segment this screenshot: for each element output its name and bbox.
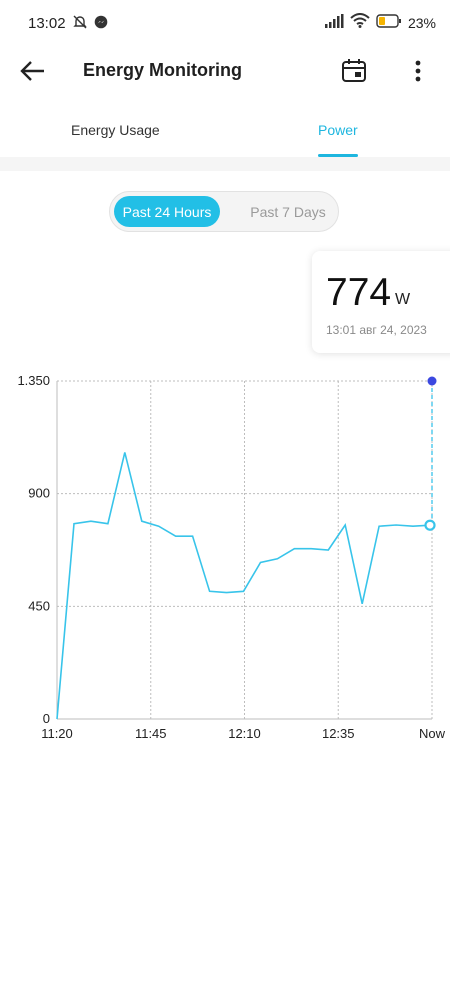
- section-divider: [0, 157, 450, 171]
- battery-icon: [376, 13, 402, 33]
- calendar-icon: [342, 59, 366, 82]
- back-button[interactable]: [18, 56, 48, 86]
- status-right-icons: 23%: [324, 13, 436, 33]
- wifi-icon: [350, 13, 370, 33]
- tab-energy-usage[interactable]: Energy Usage: [71, 122, 160, 138]
- back-arrow-icon: [20, 61, 44, 81]
- power-chart[interactable]: 0 450 900 1.350 11:20 11:45 12:10 12:35 Now: [0, 365, 450, 755]
- range-past-24-hours[interactable]: Past 24 Hours: [114, 196, 220, 227]
- calendar-button[interactable]: [340, 57, 368, 85]
- status-time: 13:02: [28, 15, 66, 32]
- y-tick-label: 1.350: [17, 373, 50, 388]
- y-tick-label: 0: [43, 711, 50, 726]
- x-tick-label: 12:10: [228, 726, 261, 741]
- current-reading-timestamp: 13:01 авг 24, 2023: [326, 323, 427, 337]
- current-value-dot: [424, 519, 436, 531]
- y-tick-label: 450: [28, 598, 50, 613]
- x-tick-label: Now: [419, 726, 446, 741]
- x-tick-label: 11:45: [135, 726, 167, 741]
- status-left-icons: [72, 14, 108, 35]
- battery-percent: 23%: [407, 15, 436, 31]
- mute-icon: [72, 14, 88, 35]
- x-tick-label: 12:35: [322, 726, 355, 741]
- max-marker-dot: [427, 376, 437, 386]
- signal-icon: [324, 13, 344, 33]
- app-bar: Energy Monitoring: [0, 48, 450, 96]
- messenger-icon: [94, 15, 108, 34]
- status-bar: 13:02 23%: [0, 0, 450, 48]
- tab-bar: Energy Usage Power: [0, 110, 450, 158]
- power-series-line: [56, 452, 431, 720]
- x-tick-label: 11:20: [41, 726, 73, 741]
- y-tick-label: 900: [28, 486, 50, 501]
- page-title: Energy Monitoring: [83, 60, 242, 80]
- more-options-button[interactable]: [406, 56, 430, 86]
- power-chart-svg: 0 450 900 1.350 11:20 11:45 12:10 12:35 Now: [17, 373, 446, 741]
- range-selector: Past 24 Hours Past 7 Days: [109, 191, 339, 232]
- range-past-7-days[interactable]: Past 7 Days: [240, 196, 336, 227]
- tab-power[interactable]: Power: [318, 122, 358, 138]
- current-power-unit: W: [395, 291, 411, 308]
- current-power-value: 774: [326, 271, 392, 314]
- more-vertical-icon: [415, 60, 421, 82]
- current-reading-card: 774 W 13:01 авг 24, 2023: [312, 251, 450, 353]
